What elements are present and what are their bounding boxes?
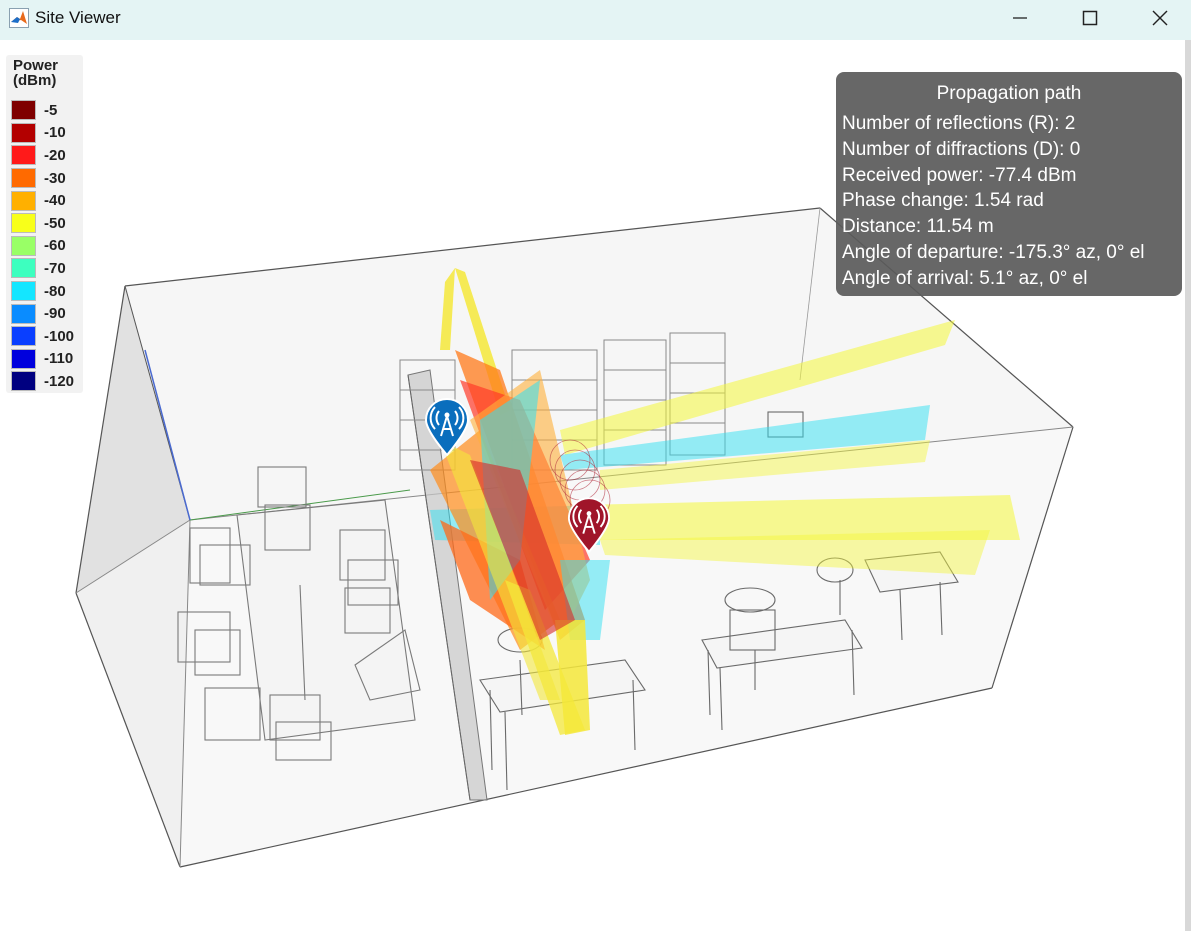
antenna-tower-icon [424, 398, 470, 457]
legend-title: Power (dBm) [13, 58, 58, 88]
info-panel-line: Number of diffractions (D): 0 [842, 138, 1081, 160]
legend-swatch [11, 100, 36, 121]
legend-item: -40 [11, 189, 74, 212]
legend-swatch [11, 235, 36, 256]
antenna-tower-icon [567, 497, 611, 554]
legend-item: -80 [11, 280, 74, 303]
close-icon [1152, 10, 1168, 26]
legend-item: -120 [11, 370, 74, 393]
maximize-icon [1082, 10, 1098, 26]
matlab-icon [9, 8, 29, 28]
legend-label: -110 [44, 350, 74, 368]
legend-swatch [11, 258, 36, 279]
legend-swatch [11, 326, 36, 347]
maximize-button[interactable] [1060, 0, 1120, 36]
info-panel-lines: Number of reflections (R): 2 Number of di… [842, 111, 1145, 292]
info-panel-title: Propagation path [936, 83, 1082, 104]
info-panel-line: Phase change: 1.54 rad [842, 190, 1044, 212]
legend-label: -40 [44, 192, 66, 210]
legend-label: -5 [44, 101, 58, 119]
legend-swatch [11, 213, 36, 234]
window-edge [1185, 40, 1191, 931]
legend-item: -60 [11, 235, 74, 258]
minimize-icon [1013, 17, 1027, 19]
info-panel-line: Angle of departure: -175.3° az, 0° el [842, 241, 1145, 263]
transmitter-marker[interactable] [424, 398, 470, 457]
legend-label: -60 [44, 237, 66, 255]
info-panel-line: Received power: -77.4 dBm [842, 164, 1077, 186]
legend-item: -70 [11, 257, 74, 280]
legend-label: -10 [44, 124, 66, 142]
legend-label: -80 [44, 282, 66, 300]
legend-item: -110 [11, 348, 74, 371]
window-title-bar: Site Viewer [0, 0, 1191, 40]
legend-swatch [11, 371, 36, 392]
legend-swatch [11, 168, 36, 189]
legend-item: -10 [11, 122, 74, 145]
legend-label: -20 [44, 146, 66, 164]
propagation-path-info-panel: Propagation path Number of reflections (… [836, 72, 1182, 296]
legend-item: -5 [11, 99, 74, 122]
legend-label: -120 [44, 372, 75, 390]
legend-label: -100 [44, 327, 75, 345]
legend-item: -100 [11, 325, 74, 348]
legend-item: -30 [11, 167, 74, 190]
legend-swatch [11, 303, 36, 324]
legend-item: -20 [11, 144, 74, 167]
window-title: Site Viewer [35, 8, 121, 27]
legend-swatch [11, 145, 36, 166]
legend-swatch [11, 281, 36, 302]
legend-label: -30 [44, 169, 66, 187]
legend-label: -50 [44, 214, 66, 232]
legend-label: -90 [44, 305, 66, 323]
minimize-button[interactable] [990, 0, 1050, 36]
legend-item: -50 [11, 212, 74, 235]
info-panel-line: Number of reflections (R): 2 [842, 113, 1076, 134]
power-legend: Power (dBm) -5 -10 -20 -30 -40 -50 -60 -70 -80 -9… [6, 55, 83, 393]
legend-swatch [11, 190, 36, 211]
legend-title-line1: Power [13, 57, 59, 74]
legend-title-line2: (dBm) [13, 72, 57, 89]
info-panel-line: Angle of arrival: 5.1° az, 0° el [842, 267, 1088, 289]
legend-label: -70 [44, 259, 66, 277]
legend-swatch [11, 122, 36, 143]
receiver-marker[interactable] [567, 497, 611, 554]
info-panel-line: Distance: 11.54 m [842, 216, 994, 238]
legend-items: -5 -10 -20 -30 -40 -50 -60 -70 -80 -90 -100 -110 -12… [11, 99, 74, 393]
legend-item: -90 [11, 302, 74, 325]
legend-swatch [11, 348, 36, 369]
close-button[interactable] [1130, 0, 1190, 36]
